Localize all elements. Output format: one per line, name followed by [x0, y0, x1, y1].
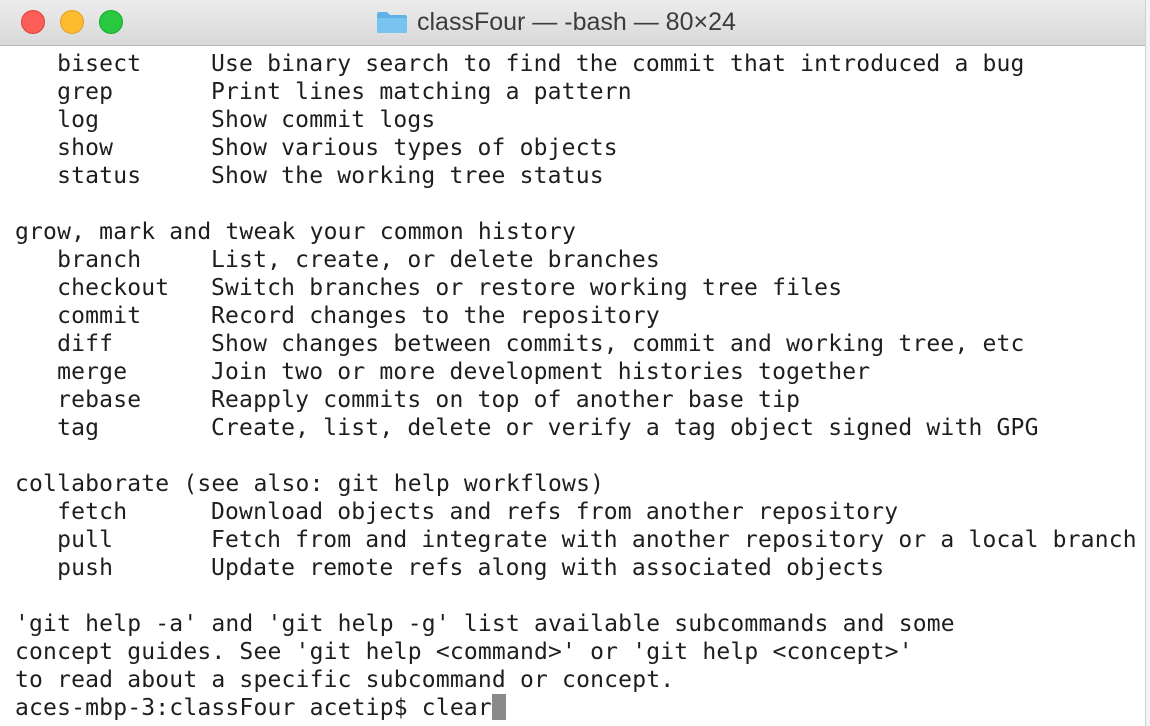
terminal-line: tag Create, list, delete or verify a tag …: [15, 414, 1145, 442]
terminal-line: merge Join two or more development histor…: [15, 358, 1145, 386]
git-command-name: tag: [15, 415, 100, 441]
terminal-line: fetch Download objects and refs from anot…: [15, 498, 1145, 526]
terminal-line: concept guides. See 'git help <command>'…: [15, 639, 913, 665]
terminal-line: checkout Switch branches or restore worki…: [15, 274, 1145, 302]
prompt-line[interactable]: aces-mbp-3:classFour acetip$ clear: [15, 694, 1145, 722]
git-command-name: commit: [15, 303, 142, 329]
text-cursor: [491, 694, 506, 720]
git-command-description: List, create, or delete branches: [211, 247, 660, 273]
shell-prompt: aces-mbp-3:classFour acetip$: [15, 695, 422, 721]
terminal-line: commit Record changes to the repository: [15, 302, 1145, 330]
git-command-description: Update remote refs along with associated…: [211, 555, 885, 581]
git-command-name: grep: [15, 79, 114, 105]
git-command-description: Show various types of objects: [211, 135, 618, 161]
git-command-name: bisect: [15, 51, 142, 77]
terminal-line: to read about a specific subcommand or c…: [15, 667, 675, 693]
window-title-group: classFour — -bash — 80×24: [376, 6, 736, 38]
git-command-description: Download objects and refs from another r…: [211, 499, 899, 525]
git-command-name: push: [15, 555, 114, 581]
terminal-line: show Show various types of objects: [15, 134, 1145, 162]
terminal-line: collaborate (see also: git help workflow…: [15, 471, 605, 497]
git-command-description: Create, list, delete or verify a tag obj…: [211, 415, 1039, 441]
git-command-name: status: [15, 163, 142, 189]
terminal-line: branch List, create, or delete branches: [15, 246, 1145, 274]
terminal-line: bisect Use binary search to find the comm…: [15, 50, 1145, 78]
git-command-name: merge: [15, 359, 128, 385]
terminal-line: diff Show changes between commits, commit…: [15, 330, 1145, 358]
terminal-line: log Show commit logs: [15, 106, 1145, 134]
folder-icon: [377, 12, 407, 33]
git-command-name: diff: [15, 331, 114, 357]
terminal-output[interactable]: bisect Use binary search to find the comm…: [15, 50, 1145, 722]
git-command-name: checkout: [15, 275, 170, 301]
minimize-button[interactable]: [60, 10, 84, 34]
zoom-button[interactable]: [99, 10, 123, 34]
git-command-description: Reapply commits on top of another base t…: [211, 387, 801, 413]
terminal-line: status Show the working tree status: [15, 162, 1145, 190]
git-command-description: Join two or more development histories t…: [211, 359, 871, 385]
git-command-name: branch: [15, 247, 142, 273]
terminal-window: classFour — -bash — 80×24 bisect Use bina…: [0, 0, 1145, 726]
background-window-edge: [1145, 0, 1150, 726]
terminal-line: rebase Reapply commits on top of another …: [15, 386, 1145, 414]
git-command-description: Fetch from and integrate with another re…: [211, 527, 1137, 553]
title-bar[interactable]: classFour — -bash — 80×24: [0, 0, 1145, 46]
git-command-description: Record changes to the repository: [211, 303, 660, 329]
git-command-description: Switch branches or restore working tree …: [211, 275, 843, 301]
terminal-line: grep Print lines matching a pattern: [15, 78, 1145, 106]
git-command-name: show: [15, 135, 114, 161]
git-command-name: log: [15, 107, 100, 133]
terminal-line: push Update remote refs along with associ…: [15, 554, 1145, 582]
git-command-name: rebase: [15, 387, 142, 413]
terminal-line: grow, mark and tweak your common history: [15, 219, 577, 245]
close-button[interactable]: [21, 10, 45, 34]
terminal-line: 'git help -a' and 'git help -g' list ava…: [15, 611, 955, 637]
git-command-description: Show changes between commits, commit and…: [211, 331, 1025, 357]
git-command-description: Use binary search to find the commit tha…: [211, 51, 1025, 77]
git-command-name: fetch: [15, 499, 128, 525]
git-command-description: Show commit logs: [211, 107, 436, 133]
command-input[interactable]: clear: [422, 695, 492, 721]
git-command-name: pull: [15, 527, 114, 553]
terminal-line: pull Fetch from and integrate with anothe…: [15, 526, 1145, 554]
window-title: classFour — -bash — 80×24: [417, 7, 736, 36]
git-command-description: Print lines matching a pattern: [211, 79, 632, 105]
git-command-description: Show the working tree status: [211, 163, 604, 189]
